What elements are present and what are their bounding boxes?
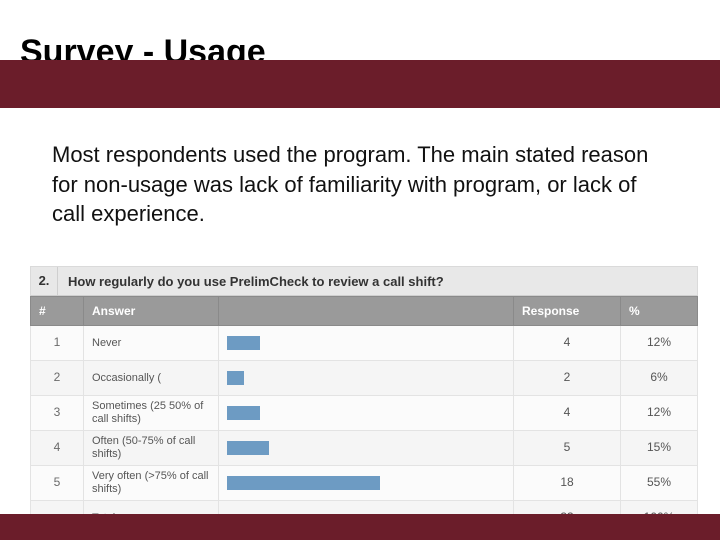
row-answer: Often (50-75% of call shifts) [84,431,219,466]
row-bar-cell [219,431,514,466]
col-header-response: Response [514,297,621,326]
survey-question-block: 2. How regularly do you use PrelimCheck … [30,266,698,536]
bar-track [227,406,505,420]
table-header-row: # Answer Response % [31,297,698,326]
bar-track [227,336,505,350]
row-pct: 6% [621,361,698,396]
row-pct: 55% [621,466,698,501]
table-row: 5Very often (>75% of call shifts) 1855% [31,466,698,501]
row-number: 4 [31,431,84,466]
table-row: 2Occasionally (26% [31,361,698,396]
bar-fill [227,476,380,490]
row-number: 3 [31,396,84,431]
bar-fill [227,336,260,350]
row-pct: 15% [621,431,698,466]
question-text: How regularly do you use PrelimCheck to … [58,274,444,289]
col-header-bar [219,297,514,326]
row-response: 4 [514,326,621,361]
footer-banner [0,514,720,540]
col-header-answer: Answer [84,297,219,326]
row-answer: Never [84,326,219,361]
row-bar-cell [219,466,514,501]
row-response: 18 [514,466,621,501]
question-header: 2. How regularly do you use PrelimCheck … [30,266,698,296]
bar-track [227,371,505,385]
survey-table: # Answer Response % 1Never412%2Occasiona… [30,296,698,536]
intro-text: Most respondents used the program. The m… [52,140,664,229]
row-response: 2 [514,361,621,396]
col-header-pct: % [621,297,698,326]
row-response: 4 [514,396,621,431]
row-pct: 12% [621,326,698,361]
row-answer: Occasionally ( [84,361,219,396]
row-answer: Very often (>75% of call shifts) [84,466,219,501]
row-number: 1 [31,326,84,361]
table-row: 1Never 412% [31,326,698,361]
row-response: 5 [514,431,621,466]
row-answer: Sometimes (25 50% of call shifts) [84,396,219,431]
row-pct: 12% [621,396,698,431]
slide: Survey - Usage Most respondents used the… [0,0,720,540]
row-bar-cell [219,396,514,431]
header-banner [0,60,720,108]
bar-track [227,441,505,455]
bar-track [227,476,505,490]
col-header-number: # [31,297,84,326]
table-row: 4Often (50-75% of call shifts) 515% [31,431,698,466]
table-row: 3Sometimes (25 50% of call shifts) 412% [31,396,698,431]
bar-fill [227,406,260,420]
bar-fill [227,441,269,455]
row-number: 2 [31,361,84,396]
row-bar-cell [219,326,514,361]
row-number: 5 [31,466,84,501]
question-number: 2. [31,267,58,295]
bar-fill [227,371,244,385]
row-bar-cell [219,361,514,396]
